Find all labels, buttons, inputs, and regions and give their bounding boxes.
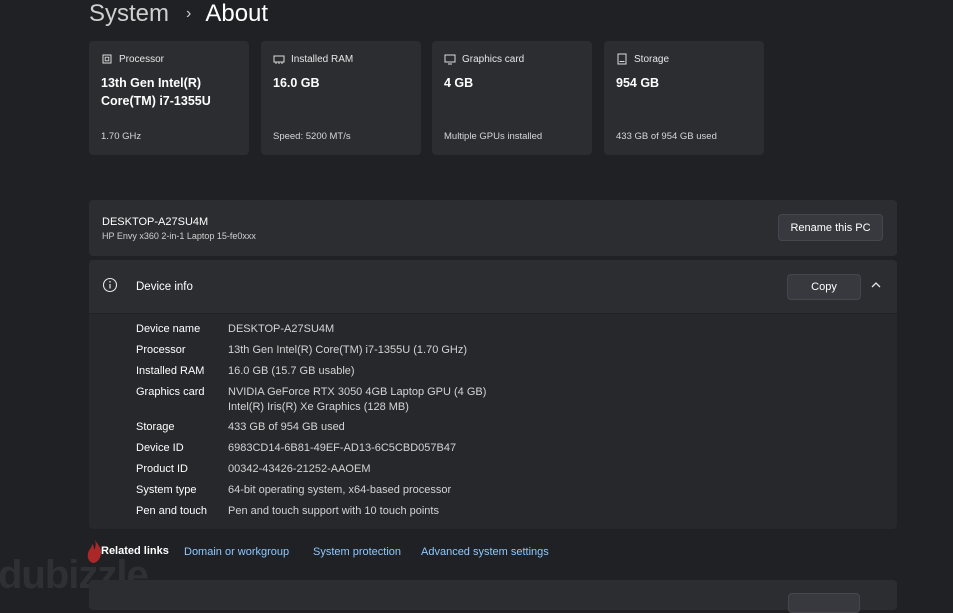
processor-icon	[102, 54, 112, 64]
info-value-storage: 433 GB of 954 GB used	[228, 421, 345, 433]
info-label-processor: Processor	[136, 344, 186, 356]
spec-card-processor: Processor 13th Gen Intel(R) Core(TM) i7-…	[89, 41, 249, 155]
device-info-title: Device info	[136, 281, 193, 293]
spec-value-line2: Core(TM) i7-1355U	[101, 94, 211, 108]
chevron-up-icon[interactable]	[869, 278, 883, 292]
spec-sub: 433 GB of 954 GB used	[616, 131, 717, 142]
spec-label: Storage	[634, 53, 670, 65]
info-value-system-type: 64-bit operating system, x64-based proce…	[228, 484, 452, 496]
pc-name-panel: DESKTOP-A27SU4M HP Envy x360 2-in-1 Lapt…	[89, 200, 897, 256]
spec-card-graphics: Graphics card 4 GB Multiple GPUs install…	[432, 41, 592, 155]
info-icon	[102, 277, 118, 293]
info-label-storage: Storage	[136, 421, 175, 433]
chevron-right-icon: ›	[186, 5, 192, 22]
spec-label: Graphics card	[462, 53, 525, 65]
info-label-graphics: Graphics card	[136, 386, 205, 398]
spec-card-ram: Installed RAM 16.0 GB Speed: 5200 MT/s	[261, 41, 421, 155]
info-label-device-name: Device name	[136, 323, 201, 335]
spec-value-line1: 13th Gen Intel(R)	[101, 76, 202, 90]
info-label-pen-touch: Pen and touch	[136, 505, 207, 517]
pc-model: HP Envy x360 2-in-1 Laptop 15-fe0xxx	[102, 231, 256, 241]
breadcrumb: System › About	[89, 0, 268, 34]
rename-pc-button[interactable]: Rename this PC	[778, 214, 883, 241]
info-value-graphics: NVIDIA GeForce RTX 3050 4GB Laptop GPU (…	[228, 386, 487, 398]
advanced-system-settings-link[interactable]: Advanced system settings	[421, 546, 549, 558]
spec-sub: 1.70 GHz	[101, 131, 142, 142]
system-protection-link[interactable]: System protection	[313, 546, 401, 558]
storage-icon	[617, 53, 627, 65]
bottom-panel-button[interactable]	[788, 593, 860, 613]
bottom-panel	[89, 580, 897, 613]
page-title: About	[205, 0, 269, 27]
info-value-device-name: DESKTOP-A27SU4M	[228, 323, 335, 335]
info-value-ram: 16.0 GB (15.7 GB usable)	[228, 365, 355, 377]
spec-label: Installed RAM	[291, 53, 354, 65]
info-label-system-type: System type	[136, 484, 197, 496]
domain-workgroup-link[interactable]: Domain or workgroup	[184, 546, 289, 558]
spec-value-line1: 954 GB	[616, 76, 660, 90]
spec-sub: Multiple GPUs installed	[444, 131, 543, 142]
info-value-pen-touch: Pen and touch support with 10 touch poin…	[228, 505, 439, 517]
related-links-label: Related links	[101, 545, 169, 557]
spec-value-line1: 4 GB	[444, 76, 474, 90]
info-value-processor: 13th Gen Intel(R) Core(TM) i7-1355U (1.7…	[228, 344, 468, 356]
info-label-device-id: Device ID	[136, 442, 184, 454]
breadcrumb-system[interactable]: System	[89, 0, 169, 28]
spec-card-storage: Storage 954 GB 433 GB of 954 GB used	[604, 41, 764, 155]
spec-label: Processor	[119, 53, 165, 65]
graphics-card-icon	[444, 54, 456, 65]
device-info-header[interactable]: Device info Copy	[89, 260, 897, 314]
ram-icon	[273, 55, 285, 64]
info-value-device-id: 6983CD14-6B81-49EF-AD13-6C5CBD057B47	[228, 442, 457, 454]
info-value-graphics-2: Intel(R) Iris(R) Xe Graphics (128 MB)	[228, 401, 409, 413]
info-label-product-id: Product ID	[136, 463, 188, 475]
spec-sub: Speed: 5200 MT/s	[273, 131, 351, 142]
spec-value-line1: 16.0 GB	[273, 76, 320, 90]
copy-button[interactable]: Copy	[787, 274, 861, 300]
info-value-product-id: 00342-43426-21252-AAOEM	[228, 463, 371, 475]
info-label-ram: Installed RAM	[136, 365, 205, 377]
device-info-panel: Device info Copy Device name DESKTOP-A27…	[89, 260, 897, 529]
pc-name: DESKTOP-A27SU4M	[102, 216, 209, 228]
